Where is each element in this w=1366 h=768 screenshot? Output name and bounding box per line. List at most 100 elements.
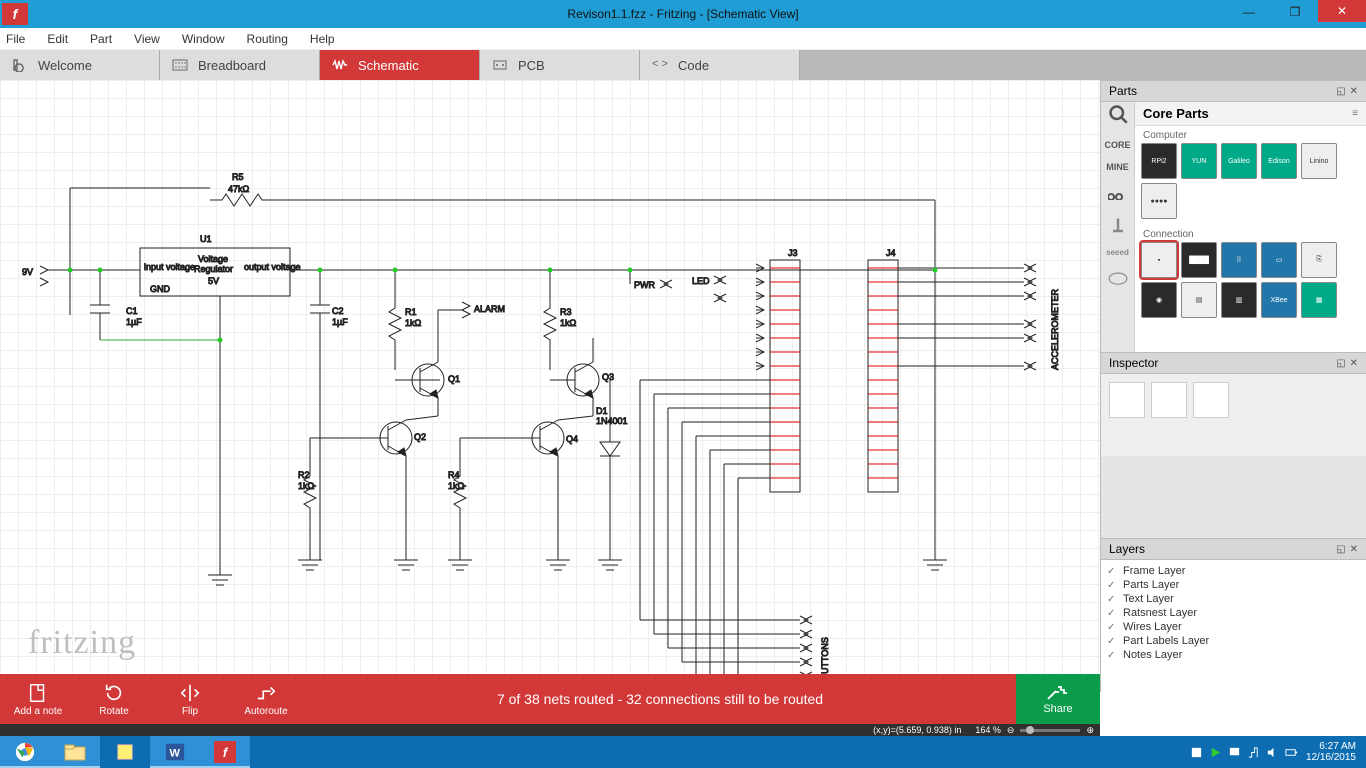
task-word[interactable]: W — [150, 736, 200, 768]
app-icon: f — [2, 3, 28, 25]
svg-text:GND: GND — [150, 284, 171, 294]
layer-partlabels[interactable]: Part Labels Layer — [1107, 634, 1360, 648]
tab-breadboard[interactable]: Breadboard — [160, 50, 320, 80]
task-fritzing[interactable]: f — [200, 736, 250, 768]
search-icon[interactable] — [1108, 104, 1128, 124]
layer-notes[interactable]: Notes Layer — [1107, 648, 1360, 662]
svg-text:1kΩ: 1kΩ — [560, 318, 577, 328]
tab-code-label: Code — [678, 58, 709, 73]
part-conn-4[interactable]: ▭ — [1261, 242, 1297, 278]
parts-menu-icon[interactable]: ≡ — [1352, 108, 1358, 119]
tab-schematic[interactable]: Schematic — [320, 50, 480, 80]
svg-text:input voltage: input voltage — [144, 262, 195, 272]
part-conn-2[interactable]: ████ — [1181, 242, 1217, 278]
coords-readout: (x,y)=(5.659, 0.938) in — [873, 725, 961, 735]
part-conn-9[interactable]: XBee — [1261, 282, 1297, 318]
pin-bin-icon[interactable] — [1108, 216, 1128, 236]
task-explorer[interactable] — [50, 736, 100, 768]
part-conn-8[interactable]: ▥ — [1221, 282, 1257, 318]
minimize-button[interactable]: — — [1226, 0, 1272, 24]
parts-close-icon[interactable]: ✕ — [1350, 86, 1358, 97]
menu-edit[interactable]: Edit — [47, 32, 68, 46]
svg-text:1µF: 1µF — [126, 317, 142, 327]
part-galileo[interactable]: Galileo — [1221, 143, 1257, 179]
tray-flag2-icon[interactable] — [1228, 746, 1241, 759]
zoom-out-icon[interactable]: ⊖ — [1007, 725, 1015, 736]
part-rpi2[interactable]: RPi2 — [1141, 143, 1177, 179]
schematic-icon — [332, 58, 348, 72]
taskbar-clock[interactable]: 6:27 AM 12/16/2015 — [1306, 741, 1356, 763]
tray-flag-icon[interactable] — [1190, 746, 1203, 759]
intel-bin-icon[interactable] — [1108, 269, 1128, 289]
parts-section-computer: Computer — [1135, 126, 1366, 143]
task-sticky[interactable] — [100, 736, 150, 768]
svg-text:LED: LED — [692, 276, 710, 286]
bin-mine[interactable]: MINE — [1106, 162, 1129, 172]
inspector-close-icon[interactable]: ✕ — [1350, 358, 1358, 369]
tab-pcb[interactable]: PCB — [480, 50, 640, 80]
zoom-slider[interactable] — [1020, 729, 1080, 732]
addnote-label: Add a note — [14, 706, 62, 717]
share-button[interactable]: Share — [1016, 674, 1100, 724]
addnote-button[interactable]: Add a note — [0, 682, 76, 717]
inspector-undock-icon[interactable]: ◱ — [1336, 358, 1345, 369]
autoroute-button[interactable]: Autoroute — [228, 682, 304, 717]
tray-vol-icon[interactable] — [1266, 746, 1279, 759]
maximize-button[interactable]: ❐ — [1272, 0, 1318, 24]
part-conn-3[interactable]: ⠿ — [1221, 242, 1257, 278]
close-button[interactable]: ✕ — [1318, 0, 1366, 22]
tray-net-icon[interactable] — [1247, 746, 1260, 759]
tab-breadboard-label: Breadboard — [198, 58, 266, 73]
svg-text:Voltage: Voltage — [198, 254, 228, 264]
layer-frame[interactable]: Frame Layer — [1107, 564, 1360, 578]
task-chrome[interactable] — [0, 736, 50, 768]
layers-close-icon[interactable]: ✕ — [1350, 544, 1358, 555]
layer-parts[interactable]: Parts Layer — [1107, 578, 1360, 592]
zoom-in-icon[interactable]: ⊕ — [1086, 725, 1094, 736]
part-linino[interactable]: Linino — [1301, 143, 1337, 179]
parts-undock-icon[interactable]: ◱ — [1336, 86, 1345, 97]
menu-help[interactable]: Help — [310, 32, 335, 46]
zoom-control[interactable]: 164 % ⊖ ⊕ — [975, 725, 1094, 736]
layers-header[interactable]: Layers ◱✕ — [1101, 538, 1366, 560]
menu-part[interactable]: Part — [90, 32, 112, 46]
rotate-button[interactable]: Rotate — [76, 682, 152, 717]
svg-text:1kΩ: 1kΩ — [405, 318, 422, 328]
parts-header[interactable]: Parts ◱✕ — [1101, 80, 1366, 102]
menu-file[interactable]: File — [6, 32, 25, 46]
tab-welcome-label: Welcome — [38, 58, 92, 73]
part-conn-7[interactable]: ▤ — [1181, 282, 1217, 318]
part-conn-1[interactable]: ▪ — [1141, 242, 1177, 278]
tray-play-icon[interactable] — [1209, 746, 1222, 759]
parts-bin-tabs: CORE MINE seeed — [1101, 102, 1135, 352]
svg-text:Regulator: Regulator — [194, 264, 233, 274]
inspector-header[interactable]: Inspector ◱✕ — [1101, 352, 1366, 374]
svg-text:J3: J3 — [788, 248, 798, 258]
layer-text[interactable]: Text Layer — [1107, 592, 1360, 606]
tray-bat-icon[interactable] — [1285, 746, 1298, 759]
part-edison[interactable]: Edison — [1261, 143, 1297, 179]
flip-button[interactable]: Flip — [152, 682, 228, 717]
menu-view[interactable]: View — [134, 32, 160, 46]
svg-text:Q2: Q2 — [414, 432, 426, 442]
part-extra[interactable]: ●●●● — [1141, 183, 1177, 219]
part-conn-5[interactable]: ⎘ — [1301, 242, 1337, 278]
tab-welcome[interactable]: Welcome — [0, 50, 160, 80]
part-conn-6[interactable]: ◉ — [1141, 282, 1177, 318]
seeed-bin-icon[interactable]: seeed — [1106, 248, 1129, 257]
layer-wires[interactable]: Wires Layer — [1107, 620, 1360, 634]
system-tray[interactable] — [1190, 746, 1298, 759]
inspector-sch-view — [1193, 382, 1229, 418]
part-yun[interactable]: YUN — [1181, 143, 1217, 179]
bin-core[interactable]: CORE — [1104, 140, 1130, 150]
arduino-bin-icon[interactable] — [1108, 184, 1128, 204]
svg-text:ACCELEROMETER: ACCELEROMETER — [1050, 288, 1060, 370]
menu-routing[interactable]: Routing — [247, 32, 288, 46]
menu-window[interactable]: Window — [182, 32, 225, 46]
layers-undock-icon[interactable]: ◱ — [1336, 544, 1345, 555]
part-conn-10[interactable]: ▦ — [1301, 282, 1337, 318]
tab-code[interactable]: < > Code — [640, 50, 800, 80]
schematic-canvas[interactable]: fritzing 9V R5 47kΩ U1 Voltage Reg — [0, 80, 1100, 692]
layer-ratsnest[interactable]: Ratsnest Layer — [1107, 606, 1360, 620]
taskbar: W f 6:27 AM 12/16/2015 — [0, 736, 1366, 768]
